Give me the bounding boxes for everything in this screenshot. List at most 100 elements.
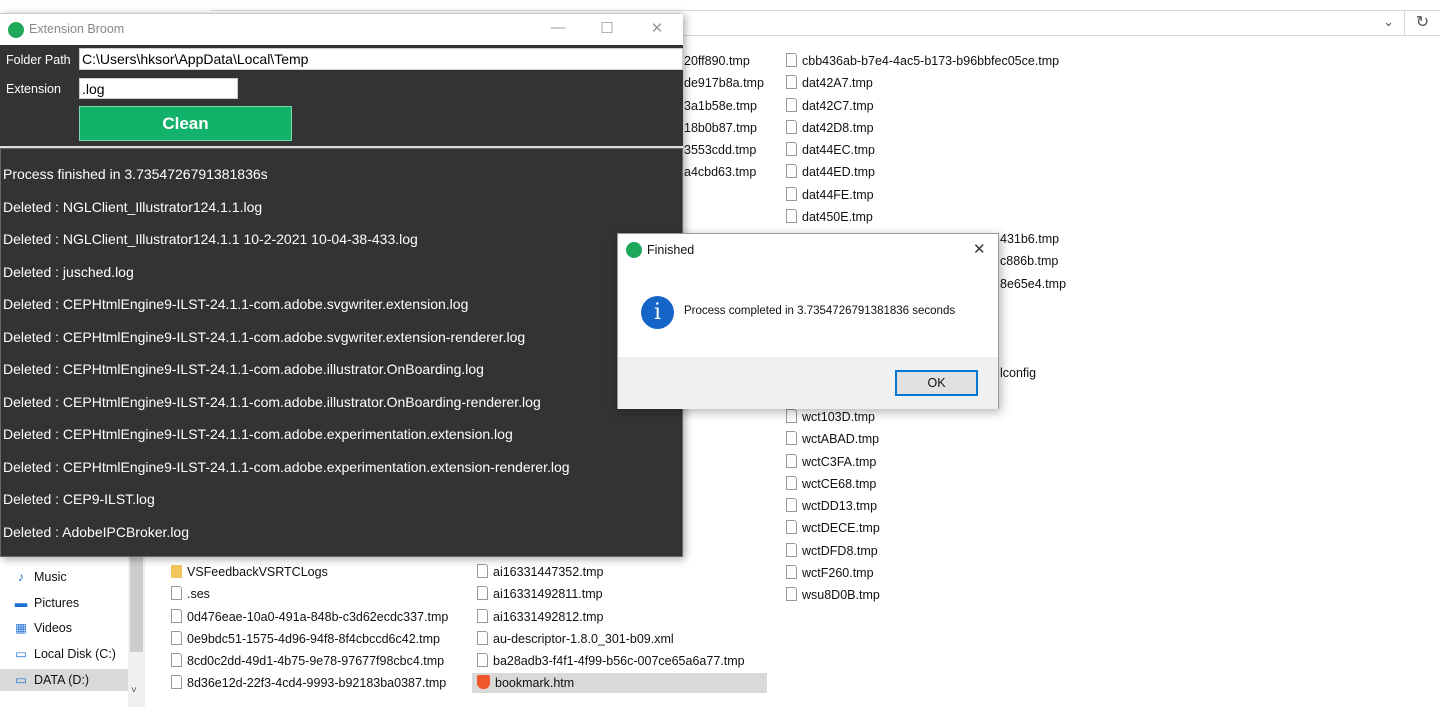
file-item[interactable]: ai16331492811.tmp bbox=[472, 584, 767, 604]
sidebar-item-label: DATA (D:) bbox=[34, 672, 90, 687]
sidebar-item[interactable]: ♪ Music bbox=[14, 566, 67, 588]
sidebar-item-label: Pictures bbox=[34, 595, 80, 610]
item-label: .ses bbox=[187, 587, 210, 602]
item-label: wctDFD8.tmp bbox=[802, 543, 878, 558]
folder-path-input[interactable]: C:\Users\hksor\AppData\Local\Temp bbox=[79, 48, 683, 70]
scroll-down-arrow-icon[interactable]: ˅ bbox=[131, 685, 137, 696]
file-item[interactable]: ai16331492812.tmp bbox=[472, 607, 767, 627]
file-item[interactable]: wsu8D0B.tmp bbox=[786, 585, 880, 605]
extension-broom-window: Extension Broom — ☐ ✕ Folder Path C:\Use… bbox=[0, 13, 683, 557]
log-line: Deleted : jusched.log bbox=[3, 263, 134, 280]
item-label: 8e65e4.tmp bbox=[1000, 276, 1067, 291]
item-label: ba28adb3-f4f1-4f99-b56c-007ce65a6a77.tmp bbox=[493, 654, 745, 668]
file-item[interactable]: 18b0b87.tmp bbox=[684, 118, 757, 138]
file-item[interactable]: 8cd0c2dd-49d1-4b75-9e78-97677f98cbc4.tmp bbox=[171, 651, 444, 671]
item-label: 431b6.tmp bbox=[1000, 232, 1060, 246]
file-icon bbox=[786, 564, 797, 579]
log-line: Deleted : CEPHtmlEngine9-ILST-24.1.1-com… bbox=[3, 296, 469, 312]
file-item[interactable]: au-descriptor-1.8.0_301-b09.xml bbox=[472, 629, 767, 649]
file-item[interactable]: dat42C7.tmp bbox=[786, 96, 874, 116]
file-icon bbox=[786, 186, 797, 201]
file-item[interactable]: wctDD13.tmp bbox=[786, 496, 877, 516]
sidebar-item[interactable]: ▦ Videos bbox=[14, 617, 72, 639]
pictures-icon: ▬ bbox=[14, 595, 28, 610]
dialog-close-button[interactable]: ✕ bbox=[973, 240, 986, 258]
file-item[interactable]: ba28adb3-f4f1-4f99-b56c-007ce65a6a77.tmp bbox=[472, 651, 767, 671]
extension-input[interactable]: .log bbox=[79, 78, 238, 99]
file-item[interactable]: cbb436ab-b7e4-4ac5-b173-b96bbfec05ce.tmp bbox=[786, 51, 1059, 71]
nav-scrollbar[interactable]: ˅ bbox=[128, 557, 145, 707]
file-item[interactable]: .ses bbox=[171, 584, 210, 604]
drive-icon: ▭ bbox=[15, 672, 27, 687]
file-item[interactable]: de917b8a.tmp bbox=[684, 73, 764, 93]
refresh-button[interactable]: ↻ bbox=[1405, 10, 1440, 36]
file-item[interactable]: ai16331447352.tmp bbox=[472, 562, 767, 582]
sidebar-item[interactable]: ▬ Pictures bbox=[14, 592, 79, 614]
item-label: wctDECE.tmp bbox=[802, 521, 880, 536]
file-item[interactable]: dat450E.tmp bbox=[786, 207, 873, 227]
drive-icon: ▭ bbox=[15, 647, 27, 662]
maximize-button[interactable]: ☐ bbox=[592, 19, 622, 37]
file-item[interactable]: 3a1b58e.tmp bbox=[684, 96, 757, 116]
file-item[interactable]: a4cbd63.tmp bbox=[684, 162, 756, 182]
folder-path-label: Folder Path bbox=[6, 53, 71, 67]
file-item[interactable]: bookmark.htm bbox=[472, 673, 767, 694]
item-label: dat44ED.tmp bbox=[802, 165, 875, 180]
file-item[interactable]: wctCE68.tmp bbox=[786, 474, 876, 494]
file-item[interactable]: wctC3FA.tmp bbox=[786, 452, 876, 472]
file-item[interactable]: 20ff890.tmp bbox=[684, 51, 750, 71]
file-item[interactable]: VSFeedbackVSRTCLogs bbox=[171, 562, 328, 582]
sidebar-item[interactable]: ▭ Local Disk (C:) bbox=[14, 643, 116, 665]
item-label: dat44FE.tmp bbox=[802, 187, 874, 202]
close-button[interactable]: ✕ bbox=[642, 19, 672, 37]
music-icon: ♪ bbox=[17, 570, 25, 584]
sidebar-item[interactable]: ▭ DATA (D:) bbox=[0, 668, 128, 691]
item-label: au-descriptor-1.8.0_301-b09.xml bbox=[493, 631, 674, 646]
log-line: Process finished in 3.7354726791381836s bbox=[3, 166, 268, 182]
file-item[interactable]: 431b6.tmp bbox=[1000, 229, 1059, 249]
log-line: Deleted : CEPHtmlEngine9-ILST-24.1.1-com… bbox=[3, 458, 570, 475]
file-item[interactable]: 8d36e12d-22f3-4cd4-9993-b92183ba0387.tmp bbox=[171, 673, 446, 693]
file-item[interactable]: 8e65e4.tmp bbox=[1000, 274, 1066, 294]
item-label: a4cbd63.tmp bbox=[684, 165, 757, 180]
item-label: wctABAD.tmp bbox=[802, 432, 880, 447]
clean-button[interactable]: Clean bbox=[79, 106, 292, 141]
item-label: 8cd0c2dd-49d1-4b75-9e78-97677f98cbc4.tmp bbox=[187, 654, 445, 668]
file-item[interactable]: dat44EC.tmp bbox=[786, 140, 875, 160]
file-icon bbox=[477, 608, 488, 623]
file-item[interactable]: wctDFD8.tmp bbox=[786, 541, 878, 561]
file-item[interactable]: c886b.tmp bbox=[1000, 251, 1058, 271]
file-item[interactable]: dat44ED.tmp bbox=[786, 162, 875, 182]
minimize-button[interactable]: — bbox=[543, 19, 573, 36]
file-item[interactable]: dat42A7.tmp bbox=[786, 73, 873, 93]
item-label: dat42D8.tmp bbox=[802, 120, 874, 135]
item-label: bookmark.htm bbox=[495, 676, 575, 691]
app-logo-icon bbox=[626, 242, 642, 258]
item-label: wct103D.tmp bbox=[802, 410, 875, 424]
file-item[interactable]: wctABAD.tmp bbox=[786, 429, 879, 449]
item-label: wctC3FA.tmp bbox=[802, 454, 877, 469]
file-icon bbox=[786, 520, 797, 535]
ok-button[interactable]: OK bbox=[895, 370, 978, 396]
file-item[interactable]: 0d476eae-10a0-491a-848b-c3d62ecdc337.tmp bbox=[171, 607, 448, 627]
file-item[interactable]: dat42D8.tmp bbox=[786, 118, 874, 138]
file-item[interactable]: wctF260.tmp bbox=[786, 563, 874, 583]
file-icon bbox=[786, 498, 797, 512]
file-item[interactable]: dat44FE.tmp bbox=[786, 185, 874, 205]
file-item[interactable]: 0e9bdc51-1575-4d96-94f8-8f4cbccd6c42.tmp bbox=[171, 629, 440, 649]
file-item[interactable]: wct103D.tmp bbox=[786, 407, 875, 427]
file-icon bbox=[171, 608, 182, 623]
item-label: dat42A7.tmp bbox=[802, 76, 873, 91]
file-icon bbox=[786, 409, 797, 423]
item-label: 0e9bdc51-1575-4d96-94f8-8f4cbccd6c42.tmp bbox=[187, 631, 440, 646]
item-label: 18b0b87.tmp bbox=[684, 120, 757, 135]
file-item[interactable]: lconfig bbox=[1000, 363, 1036, 383]
item-label: 8d36e12d-22f3-4cd4-9993-b92183ba0387.tmp bbox=[187, 676, 447, 691]
item-label: cbb436ab-b7e4-4ac5-b173-b96bbfec05ce.tmp bbox=[802, 54, 1060, 68]
extension-label: Extension bbox=[6, 82, 61, 96]
window-title: Extension Broom bbox=[29, 22, 125, 36]
chevron-down-icon[interactable]: ⌄ bbox=[1383, 14, 1394, 30]
file-item[interactable]: 3553cdd.tmp bbox=[684, 140, 756, 160]
scrollbar-thumb[interactable] bbox=[130, 557, 143, 652]
file-item[interactable]: wctDECE.tmp bbox=[786, 518, 880, 538]
